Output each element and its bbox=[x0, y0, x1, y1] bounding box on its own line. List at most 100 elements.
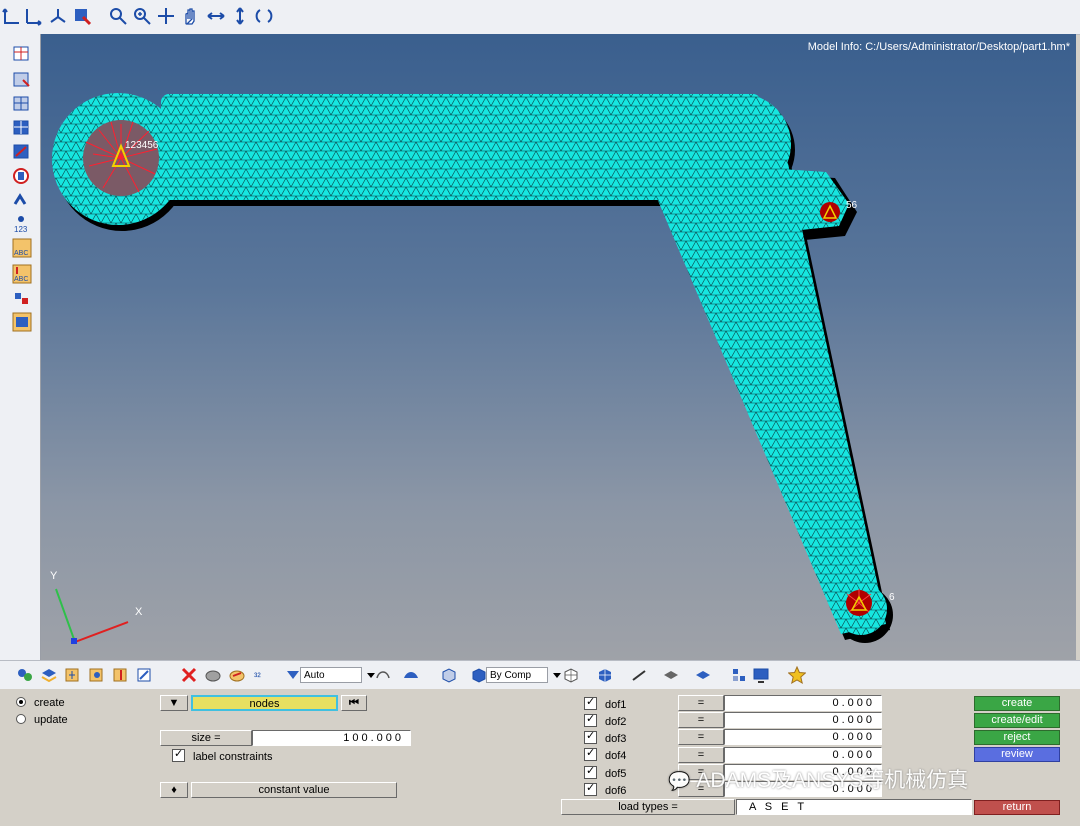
page-layout-icon[interactable] bbox=[11, 44, 33, 64]
dof3-value[interactable]: 0.000 bbox=[724, 729, 882, 745]
checkbox-box[interactable] bbox=[172, 747, 185, 762]
view-options-icon[interactable] bbox=[72, 6, 92, 26]
plane-color-icon[interactable] bbox=[694, 666, 712, 684]
delete-icon[interactable] bbox=[180, 666, 198, 684]
dof5-checkbox[interactable]: dof5 bbox=[584, 764, 627, 780]
return-button[interactable]: return bbox=[974, 800, 1060, 815]
create-button[interactable]: create bbox=[974, 696, 1060, 711]
axis-view-2-icon[interactable] bbox=[24, 6, 44, 26]
checkbox-box[interactable] bbox=[584, 746, 597, 761]
solid-cube-icon[interactable] bbox=[596, 666, 614, 684]
zoom-fit-icon[interactable] bbox=[132, 6, 152, 26]
reset-selection-button[interactable]: ⏮ bbox=[341, 695, 367, 711]
checkbox-box[interactable] bbox=[584, 764, 597, 779]
radio-create[interactable]: create bbox=[16, 697, 65, 709]
checkbox-box[interactable] bbox=[584, 781, 597, 796]
constant-value-button[interactable]: constant value bbox=[191, 782, 397, 798]
nodes-selector[interactable]: nodes bbox=[191, 695, 338, 711]
window-split-icon[interactable] bbox=[11, 70, 33, 90]
radio-dot[interactable] bbox=[16, 697, 26, 707]
grid-view-icon[interactable] bbox=[11, 94, 33, 114]
reverse-icon[interactable] bbox=[136, 666, 154, 684]
checkbox-box[interactable] bbox=[584, 695, 597, 710]
star-icon[interactable] bbox=[788, 666, 806, 684]
display-box-icon[interactable] bbox=[11, 312, 33, 332]
dof6-checkbox[interactable]: dof6 bbox=[584, 781, 626, 797]
reject-button[interactable]: reject bbox=[974, 730, 1060, 745]
dof4-mode-button[interactable]: = bbox=[678, 747, 724, 763]
label-abc-icon[interactable]: ABC bbox=[11, 238, 33, 258]
links-icon[interactable] bbox=[11, 190, 33, 210]
pan-hand-icon[interactable] bbox=[180, 6, 200, 26]
dof4-value[interactable]: 0.000 bbox=[724, 747, 882, 763]
dof1-checkbox[interactable]: dof1 bbox=[584, 695, 627, 711]
lower-arm bbox=[651, 154, 886, 634]
unmask-icon[interactable] bbox=[112, 666, 130, 684]
dof3-checkbox[interactable]: dof3 bbox=[584, 729, 627, 745]
numbering-icon[interactable]: ³² bbox=[252, 666, 270, 684]
watermark-text: ADAMS及ANSYS等机械仿真 bbox=[696, 769, 969, 792]
dof2-value[interactable]: 0.000 bbox=[724, 712, 882, 728]
spin-icon[interactable] bbox=[254, 6, 274, 26]
dof3-mode-button[interactable]: = bbox=[678, 729, 724, 745]
transform-icon[interactable] bbox=[11, 288, 33, 308]
svg-text:ABC: ABC bbox=[14, 250, 28, 257]
checkbox-box[interactable] bbox=[584, 712, 597, 727]
horizontal-arrow-icon[interactable] bbox=[206, 6, 226, 26]
vertical-arrow-icon[interactable] bbox=[230, 6, 250, 26]
svg-text:³²: ³² bbox=[254, 672, 261, 683]
iso-view-icon[interactable] bbox=[48, 6, 68, 26]
axis-view-icon[interactable] bbox=[2, 6, 22, 26]
dof-label-2: 56 bbox=[846, 200, 858, 211]
radio-create-label: create bbox=[34, 697, 65, 709]
shaded-color-icon[interactable] bbox=[228, 666, 246, 684]
checkbox-box[interactable] bbox=[584, 729, 597, 744]
component-display-icon[interactable] bbox=[16, 666, 34, 684]
auto-select-dropdown[interactable]: Auto bbox=[300, 667, 362, 683]
cube-icon[interactable] bbox=[440, 666, 458, 684]
surface-icon[interactable] bbox=[402, 666, 420, 684]
clip-view-icon[interactable] bbox=[11, 166, 33, 186]
shaded-icon[interactable] bbox=[204, 666, 222, 684]
dof1-value[interactable]: 0.000 bbox=[724, 695, 882, 711]
element-icon[interactable] bbox=[730, 666, 748, 684]
dof5-label: dof5 bbox=[605, 768, 627, 780]
load-types-button[interactable]: load types = bbox=[561, 799, 735, 815]
section-view-icon[interactable] bbox=[11, 142, 33, 162]
value-type-toggle[interactable]: ♦ bbox=[160, 782, 188, 798]
size-input[interactable]: 100.000 bbox=[252, 730, 411, 746]
layers-icon[interactable] bbox=[40, 666, 58, 684]
create-edit-button[interactable]: create/edit bbox=[974, 713, 1060, 728]
label-abc-2-icon[interactable]: ABC bbox=[11, 264, 33, 284]
line-icon[interactable] bbox=[630, 666, 648, 684]
dof1-mode-button[interactable]: = bbox=[678, 695, 724, 711]
dof4-checkbox[interactable]: dof4 bbox=[584, 746, 626, 762]
load-types-value[interactable]: A S E T bbox=[736, 799, 972, 815]
mesh-view-icon[interactable] bbox=[11, 118, 33, 138]
view-toolbar bbox=[0, 0, 1080, 35]
mask-icon[interactable] bbox=[64, 666, 82, 684]
dof2-mode-button[interactable]: = bbox=[678, 712, 724, 728]
radio-dot[interactable] bbox=[16, 714, 26, 724]
color-mode-dropdown[interactable]: By Comp bbox=[486, 667, 548, 683]
find-icon[interactable] bbox=[88, 666, 106, 684]
dof1-label: dof1 bbox=[605, 699, 627, 711]
size-label-button[interactable]: size = bbox=[160, 730, 252, 746]
label-constraints-checkbox[interactable]: label constraints bbox=[172, 747, 273, 763]
rotate-icon[interactable] bbox=[156, 6, 176, 26]
zoom-icon[interactable] bbox=[108, 6, 128, 26]
radio-update[interactable]: update bbox=[16, 714, 68, 726]
dof-label-3: 6 bbox=[889, 592, 895, 603]
wireframe-icon[interactable] bbox=[374, 666, 392, 684]
graphics-viewport[interactable]: Model Info: C:/Users/Administrator/Deskt… bbox=[41, 34, 1076, 660]
numbers-icon[interactable]: 123 bbox=[11, 214, 33, 234]
dof2-checkbox[interactable]: dof2 bbox=[584, 712, 626, 728]
mesh-cube-icon[interactable] bbox=[562, 666, 580, 684]
entity-type-dropdown[interactable]: ▼ bbox=[160, 695, 188, 711]
plane-icon[interactable] bbox=[662, 666, 680, 684]
svg-text:ABC: ABC bbox=[14, 276, 28, 283]
review-button[interactable]: review bbox=[974, 747, 1060, 762]
dof3-label: dof3 bbox=[605, 733, 627, 745]
wechat-icon: 💬 bbox=[668, 771, 691, 791]
monitor-icon[interactable] bbox=[752, 666, 770, 684]
